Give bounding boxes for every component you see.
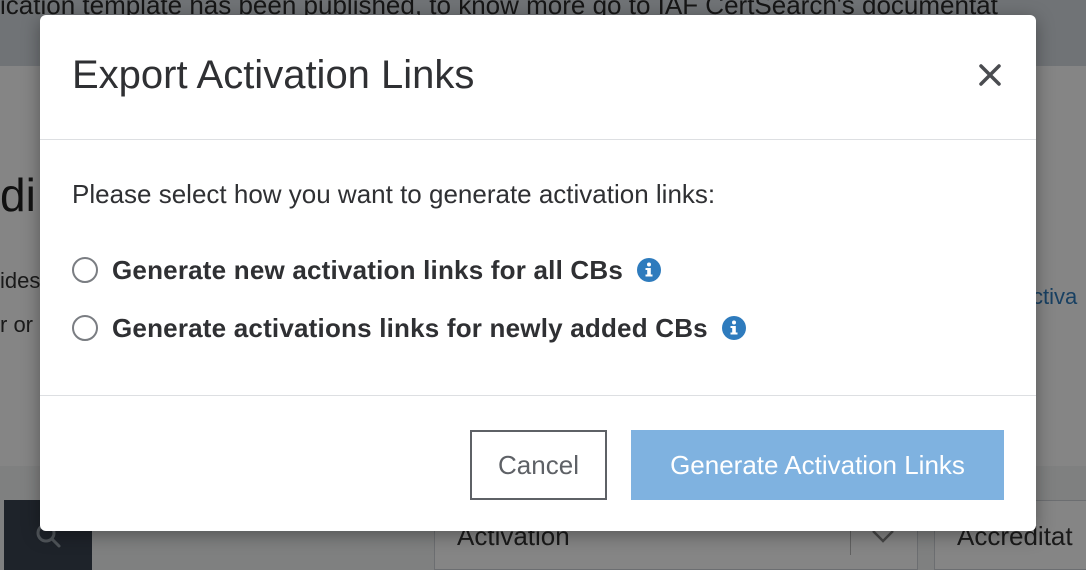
- close-icon: [979, 64, 1001, 86]
- modal-prompt: Please select how you want to generate a…: [72, 179, 716, 209]
- option-new-cbs-label: Generate activations links for newly add…: [112, 312, 708, 343]
- close-button[interactable]: [970, 55, 1010, 95]
- export-activation-links-modal: Export Activation Links Please select ho…: [40, 15, 1036, 531]
- option-new-cbs[interactable]: Generate activations links for newly add…: [72, 311, 746, 345]
- radio-new-cbs[interactable]: [72, 315, 98, 341]
- option-all-cbs[interactable]: Generate new activation links for all CB…: [72, 253, 662, 287]
- modal-title: Export Activation Links: [72, 53, 475, 97]
- option-all-cbs-label: Generate new activation links for all CB…: [112, 254, 624, 285]
- generate-activation-links-button[interactable]: Generate Activation Links: [631, 430, 1004, 500]
- modal-footer: Cancel Generate Activation Links: [40, 395, 1036, 531]
- modal-header: Export Activation Links: [40, 15, 1036, 140]
- cancel-button[interactable]: Cancel: [470, 430, 607, 500]
- info-icon[interactable]: [721, 316, 746, 340]
- radio-all-cbs[interactable]: [72, 257, 98, 283]
- info-icon[interactable]: [637, 258, 662, 282]
- modal-body: Please select how you want to generate a…: [40, 141, 1036, 395]
